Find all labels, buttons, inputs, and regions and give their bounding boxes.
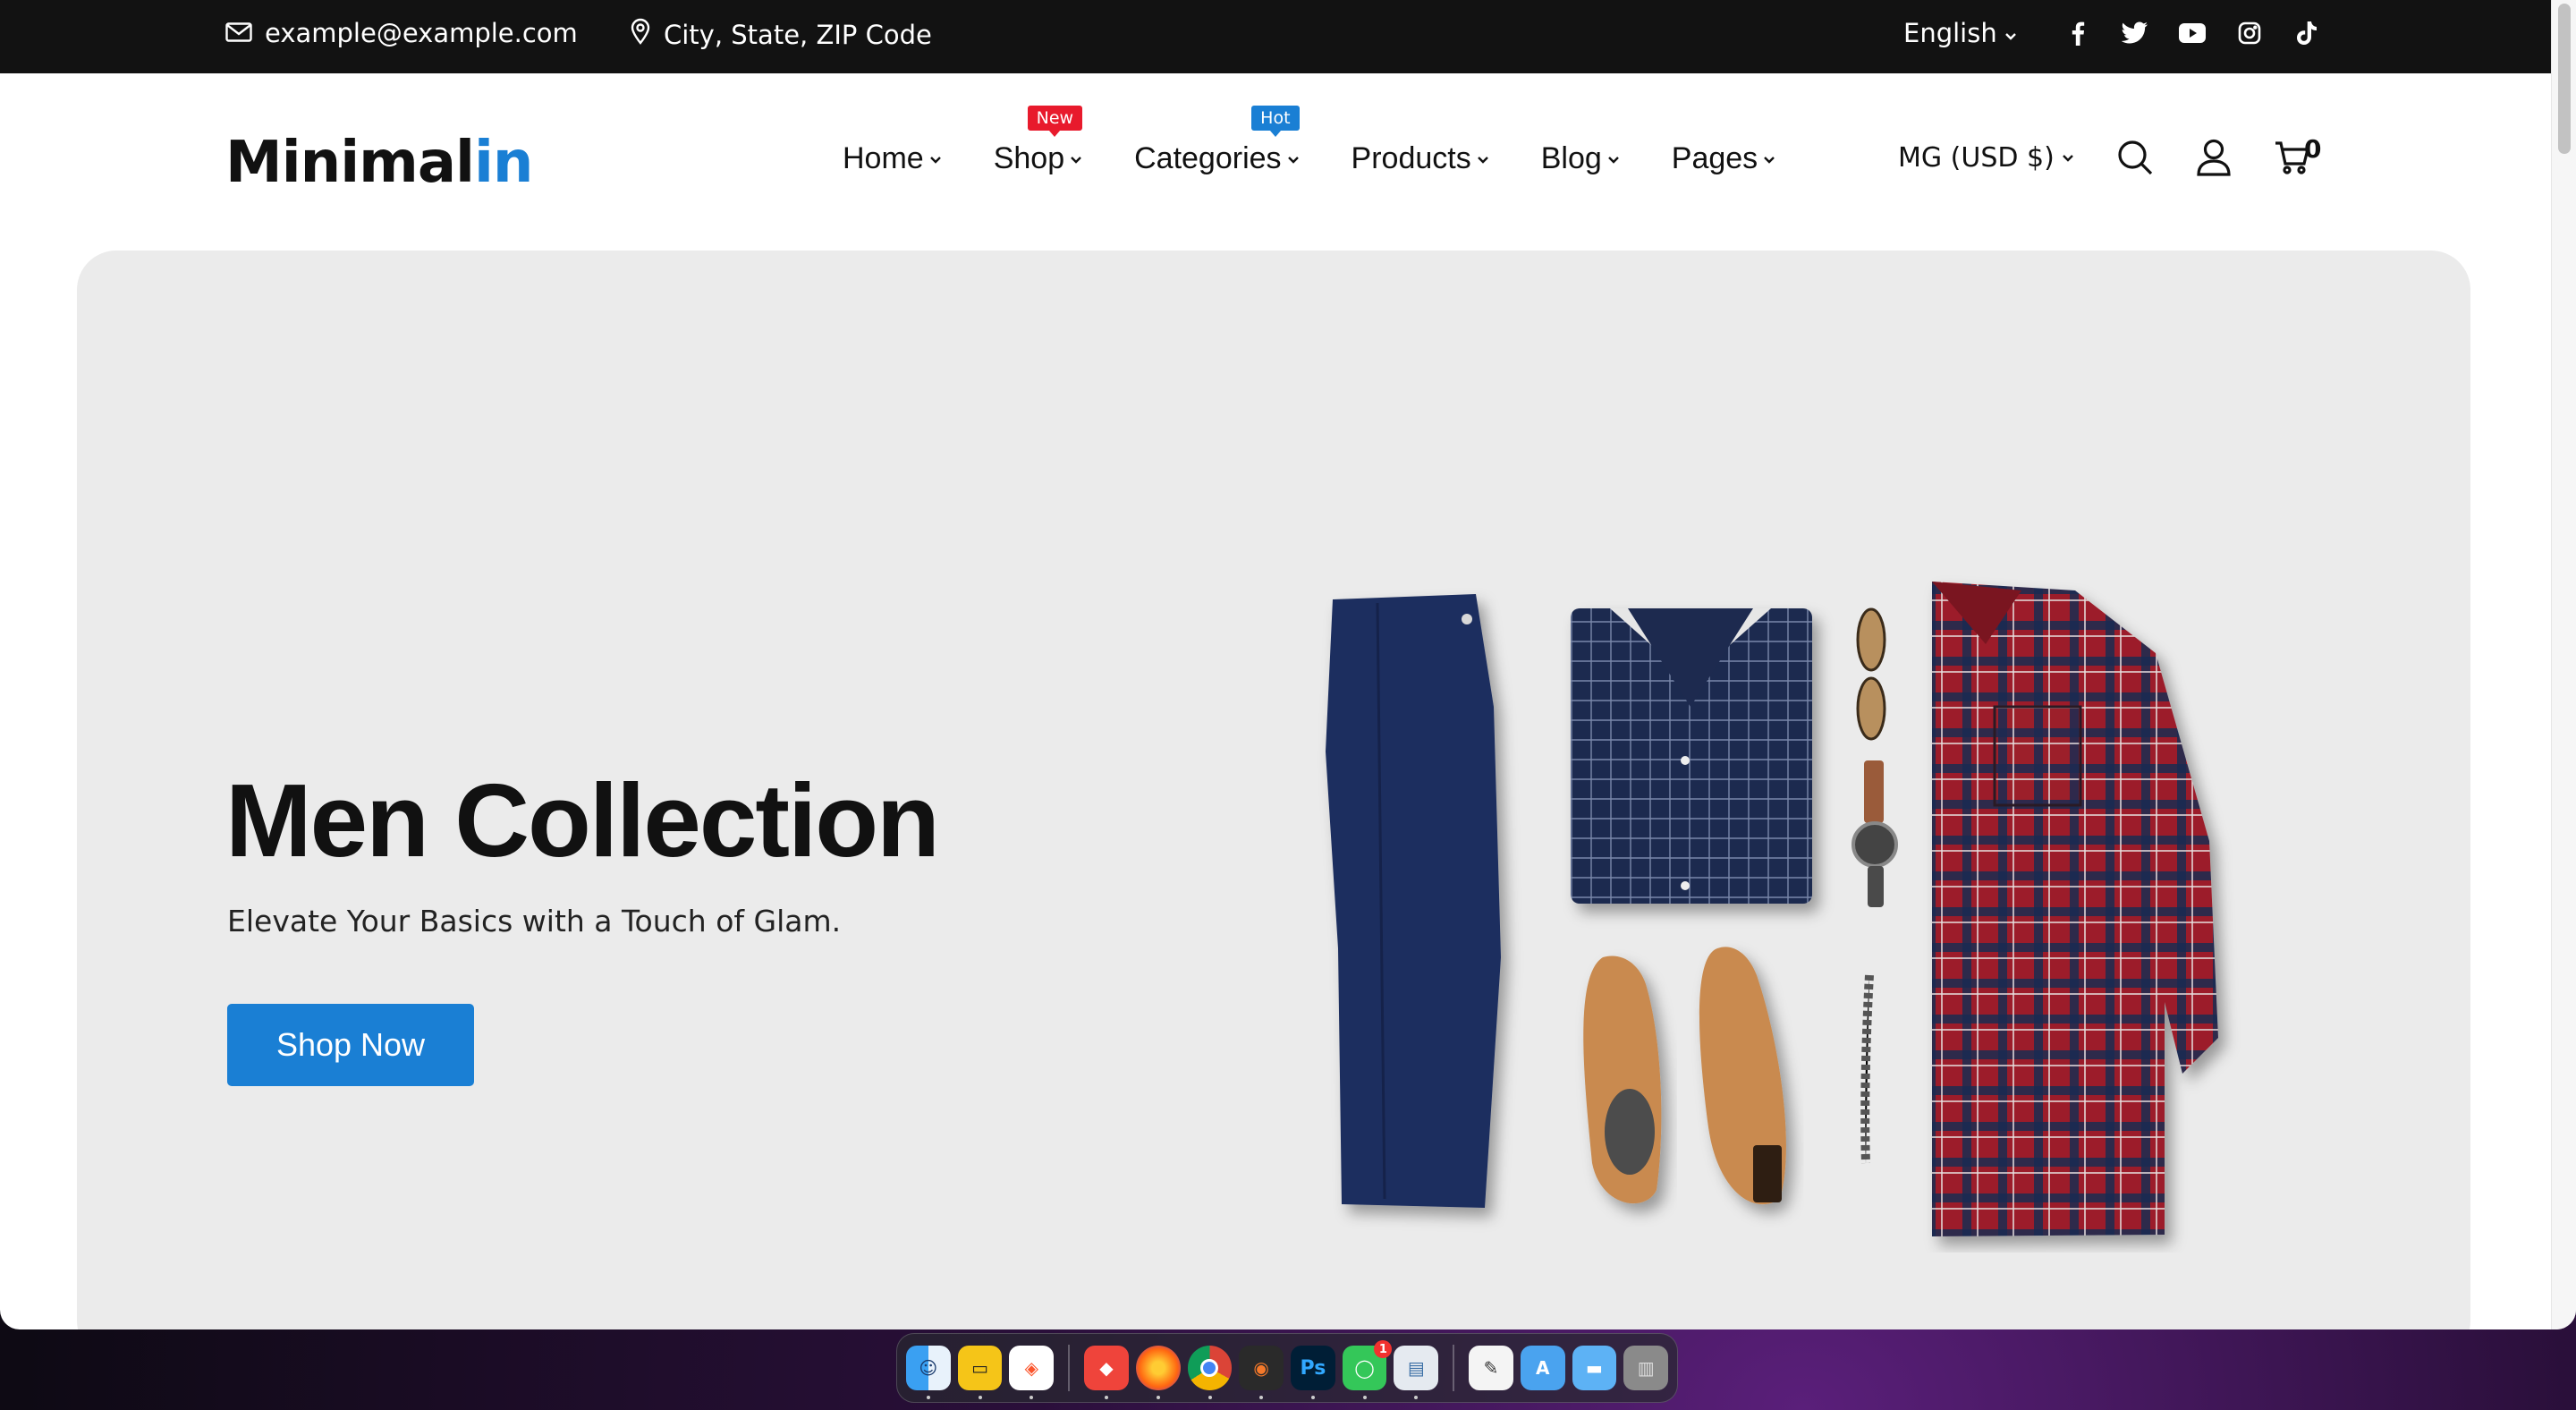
instagram-icon[interactable] (2234, 18, 2265, 48)
youtube-icon[interactable] (2177, 18, 2207, 48)
trash-icon[interactable]: ▥ (1623, 1346, 1669, 1390)
logo-accent-text: in (473, 130, 533, 196)
hero-product-image (1326, 582, 2218, 1236)
chevron-down-icon (1287, 156, 1299, 164)
macos-dock: ☺ ▭ ◈ ◆ ◉ Ps ◯ 1 ▤ ✎ A ▬ ▥ (896, 1333, 1678, 1403)
cart-count-badge: 0 (2304, 134, 2322, 164)
dock-separator (1453, 1345, 1455, 1391)
nav-blog-label: Blog (1540, 141, 1602, 175)
chevron-down-icon (1764, 156, 1775, 164)
location-pin-icon (630, 18, 651, 51)
finder-icon[interactable]: ☺ (906, 1346, 951, 1399)
topbar-email[interactable]: example@example.com (225, 18, 578, 48)
user-account-icon[interactable] (2192, 136, 2235, 179)
top-bar: example@example.com City, State, ZIP Cod… (0, 0, 2551, 73)
photoshop-icon[interactable]: Ps (1291, 1346, 1335, 1399)
nav-home[interactable]: Home (843, 141, 942, 176)
site-logo[interactable]: Minimalin (225, 127, 533, 199)
scrollbar-thumb[interactable] (2558, 4, 2571, 154)
chevron-down-icon (2004, 18, 2017, 48)
nav-categories-label: Categories (1134, 141, 1282, 175)
notes-app-icon[interactable]: ▭ (957, 1346, 1003, 1399)
chevron-down-icon (1477, 156, 1488, 164)
shop-now-button[interactable]: Shop Now (227, 1004, 474, 1086)
language-label: English (1903, 18, 1997, 48)
search-icon[interactable] (2114, 136, 2157, 179)
nav-shop-label: Shop (993, 141, 1065, 175)
textedit-icon[interactable]: ✎ (1469, 1346, 1513, 1390)
header-actions: MG (USD $) (1898, 136, 2314, 179)
main-navigation: Home New Shop Hot Categories Products Bl… (843, 106, 1775, 176)
hero-title: Men Collection (225, 762, 940, 879)
currency-label: MG (USD $) (1898, 141, 2055, 174)
nav-categories[interactable]: Hot Categories (1134, 106, 1300, 176)
chevron-down-icon (1607, 156, 1619, 164)
chevron-down-icon (929, 156, 941, 164)
language-selector[interactable]: English (1903, 18, 2017, 48)
address-text: City, State, ZIP Code (664, 19, 932, 50)
nav-shop[interactable]: New Shop (993, 106, 1083, 176)
folder-icon[interactable]: ▬ (1572, 1346, 1617, 1390)
preview-icon[interactable]: ▤ (1394, 1346, 1439, 1399)
currency-selector[interactable]: MG (USD $) (1898, 142, 2074, 174)
chevron-down-icon (1071, 156, 1081, 164)
blender-icon[interactable]: ◉ (1239, 1346, 1284, 1399)
nav-blog[interactable]: Blog (1541, 141, 1620, 176)
anydesk-icon[interactable]: ◆ (1084, 1346, 1129, 1399)
browser-window: example@example.com City, State, ZIP Cod… (0, 0, 2576, 1329)
app-store-folder-icon[interactable]: A (1520, 1346, 1565, 1390)
new-badge: New (1027, 106, 1083, 137)
brave-browser-icon[interactable]: ◈ (1009, 1346, 1055, 1399)
nav-pages-label: Pages (1671, 141, 1758, 175)
nav-products[interactable]: Products (1352, 141, 1489, 176)
page-scrollbar[interactable] (2551, 0, 2576, 1329)
tiktok-icon[interactable] (2292, 18, 2322, 48)
twitter-icon[interactable] (2120, 18, 2150, 48)
hero-subtitle: Elevate Your Basics with a Touch of Glam… (227, 904, 842, 939)
nav-home-label: Home (843, 141, 924, 175)
logo-main-text: Minimal (225, 130, 475, 196)
email-text: example@example.com (265, 18, 578, 48)
messages-badge: 1 (1374, 1340, 1393, 1358)
nav-pages[interactable]: Pages (1672, 141, 1775, 176)
topbar-address: City, State, ZIP Code (630, 18, 932, 51)
chevron-down-icon (2062, 155, 2073, 162)
mail-icon (225, 18, 252, 48)
facebook-icon[interactable] (2063, 18, 2093, 48)
firefox-icon[interactable] (1135, 1346, 1181, 1399)
chrome-icon[interactable] (1187, 1346, 1233, 1399)
messages-icon[interactable]: ◯ 1 (1342, 1340, 1393, 1399)
dock-separator (1068, 1345, 1071, 1391)
hot-badge: Hot (1251, 106, 1300, 137)
social-links (2063, 18, 2322, 48)
nav-products-label: Products (1351, 141, 1471, 175)
